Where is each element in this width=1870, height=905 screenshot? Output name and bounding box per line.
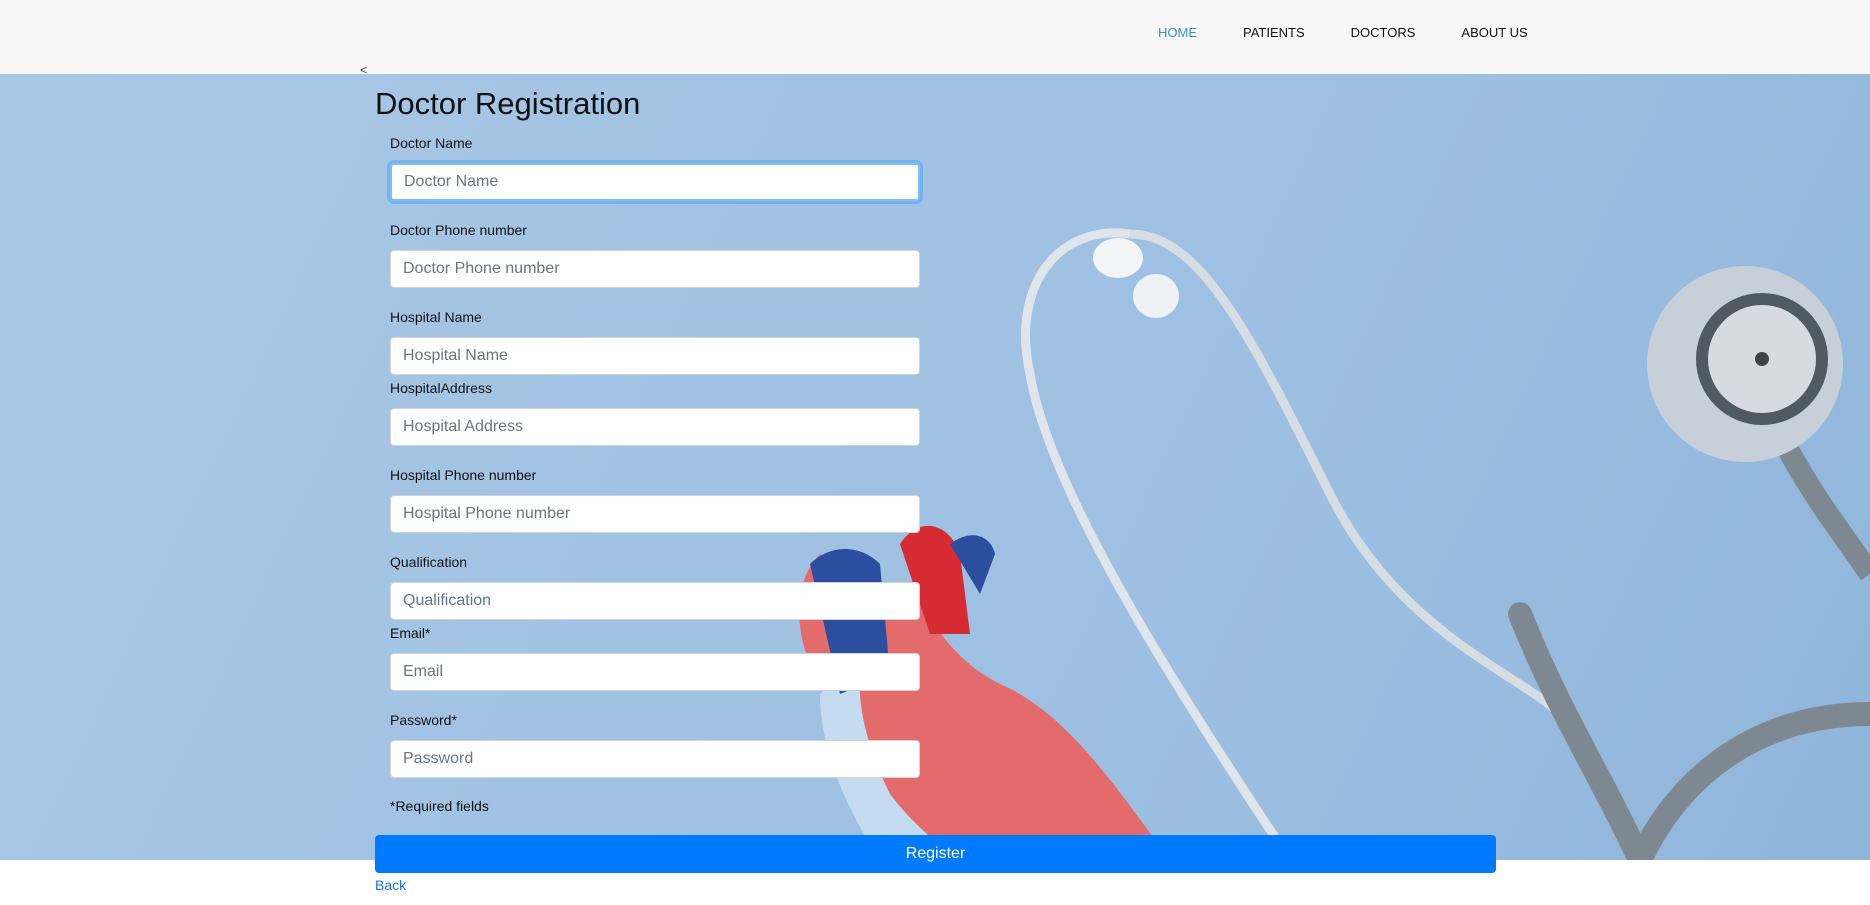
required-fields-note: *Required fields	[390, 798, 489, 814]
page-title: Doctor Registration	[375, 86, 641, 121]
nav-patients-link[interactable]: PATIENTS	[1243, 25, 1305, 40]
password-label: Password*	[390, 712, 457, 728]
stethoscope-heart-illustration	[799, 228, 1870, 860]
hospital-address-input[interactable]	[390, 408, 920, 446]
qualification-label: Qualification	[390, 554, 468, 570]
nav-links: HOME PATIENTS DOCTORS ABOUT US	[1158, 25, 1574, 40]
register-button[interactable]: Register	[375, 835, 1496, 873]
doctor-phone-label: Doctor Phone number	[390, 222, 527, 238]
top-navbar: HOME PATIENTS DOCTORS ABOUT US	[0, 0, 1870, 74]
hospital-address-label: HospitalAddress	[390, 380, 492, 396]
email-label: Email*	[390, 625, 431, 641]
hospital-phone-input[interactable]	[390, 495, 920, 533]
hospital-phone-label: Hospital Phone number	[390, 467, 537, 483]
email-input[interactable]	[390, 653, 920, 691]
hero-background	[0, 74, 1870, 860]
nav-about-us-link[interactable]: ABOUT US	[1461, 25, 1527, 40]
qualification-input[interactable]	[390, 582, 920, 620]
doctor-name-input[interactable]	[390, 163, 920, 201]
doctor-name-label: Doctor Name	[390, 135, 473, 151]
nav-doctors-link[interactable]: DOCTORS	[1351, 25, 1416, 40]
hospital-name-label: Hospital Name	[390, 309, 482, 325]
hospital-name-input[interactable]	[390, 337, 920, 375]
back-link[interactable]: Back	[375, 877, 406, 893]
back-chevron-icon[interactable]: <	[360, 63, 367, 77]
doctor-phone-input[interactable]	[390, 250, 920, 288]
nav-home-link[interactable]: HOME	[1158, 25, 1197, 40]
password-input[interactable]	[390, 740, 920, 778]
